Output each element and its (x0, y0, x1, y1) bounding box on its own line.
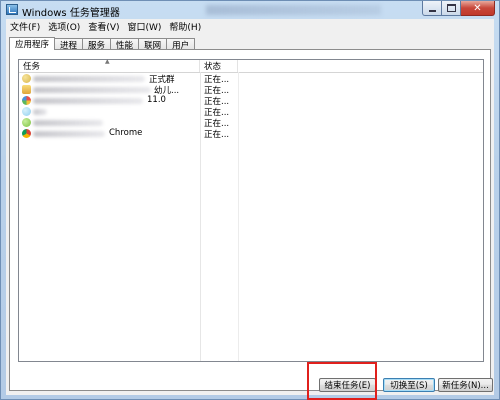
table-row[interactable]: 幼儿... 正在... (19, 84, 483, 96)
window-title: Windows 任务管理器 (22, 8, 120, 19)
new-task-button[interactable]: 新任务(N)... (438, 378, 493, 392)
app-icon (22, 85, 31, 94)
applications-panel: 任务 ▲ 状态 正式群 正在... 幼儿... 正在... 11.0 正在...… (9, 49, 491, 391)
app-icon (22, 74, 31, 83)
app-icon (22, 96, 31, 105)
column-header-task[interactable]: 任务 ▲ (19, 58, 200, 72)
task-manager-icon (6, 4, 18, 15)
blurred-region (33, 120, 103, 126)
tab-applications[interactable]: 应用程序 (9, 37, 56, 50)
menu-bar: 文件(F) 选项(O) 查看(V) 窗口(W) 帮助(H) (6, 19, 494, 33)
table-row[interactable]: 11.0 正在... (19, 95, 483, 107)
maximize-icon (446, 4, 456, 12)
app-icon (22, 118, 31, 127)
menu-options[interactable]: 选项(O) (44, 20, 84, 33)
menu-window[interactable]: 窗口(W) (124, 20, 166, 33)
list-header: 任务 ▲ 状态 (19, 58, 483, 73)
menu-file[interactable]: 文件(F) (6, 20, 44, 33)
task-list[interactable]: 任务 ▲ 状态 正式群 正在... 幼儿... 正在... 11.0 正在...… (18, 58, 484, 362)
minimize-icon (428, 9, 436, 12)
column-task-label: 任务 (23, 62, 41, 72)
maximize-button[interactable] (442, 1, 461, 16)
menu-view[interactable]: 查看(V) (84, 20, 123, 33)
client-area: 应用程序 进程 服务 性能 联网 用户 任务 ▲ 状态 正式群 正在... 幼儿… (6, 33, 494, 395)
task-name: Chrome (109, 128, 143, 138)
task-rows: 正式群 正在... 幼儿... 正在... 11.0 正在... 正在... 正… (19, 73, 483, 140)
task-manager-window: Windows 任务管理器 ✕ 文件(F) 选项(O) 查看(V) 窗口(W) … (0, 0, 500, 400)
sort-arrow-icon: ▲ (105, 58, 110, 65)
close-button[interactable]: ✕ (461, 1, 495, 16)
title-bar[interactable]: Windows 任务管理器 ✕ (1, 1, 499, 19)
chrome-icon (22, 129, 31, 138)
annotation-highlight-box (307, 362, 377, 400)
table-row[interactable]: 正式群 正在... (19, 73, 483, 85)
blurred-region (33, 109, 47, 115)
blurred-region (206, 5, 381, 15)
switch-to-button[interactable]: 切换至(S) (383, 378, 435, 392)
app-icon (22, 107, 31, 116)
blurred-region (33, 131, 105, 137)
table-row[interactable]: Chrome 正在... (19, 128, 483, 140)
minimize-button[interactable] (422, 1, 442, 16)
table-row[interactable]: 正在... (19, 106, 483, 118)
task-status: 正在... (204, 130, 230, 140)
table-row[interactable]: 正在... (19, 117, 483, 129)
blurred-region (33, 87, 151, 93)
column-status-label: 状态 (204, 62, 222, 72)
task-name: 11.0 (147, 95, 166, 105)
blurred-region (33, 98, 143, 104)
column-header-status[interactable]: 状态 (200, 60, 238, 72)
menu-help[interactable]: 帮助(H) (165, 20, 205, 33)
close-icon: ✕ (473, 2, 482, 14)
caption-buttons: ✕ (422, 1, 495, 17)
blurred-region (33, 76, 145, 82)
